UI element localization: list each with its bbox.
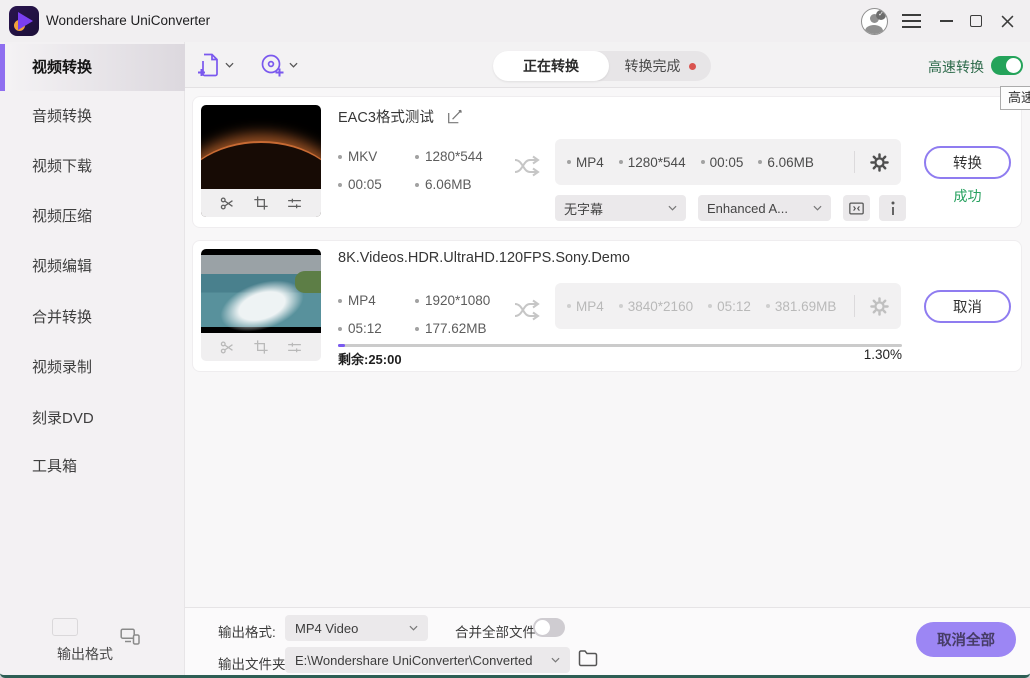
sidebar-item-video-compress[interactable]: 视频压缩 [0,203,185,231]
effects-icon [286,339,303,356]
crop-icon[interactable] [253,195,269,211]
output-settings-box: MP4 3840*2160 05:12 381.69MB [555,283,901,329]
title-bar: Wondershare UniConverter ✓ [0,0,1030,42]
high-speed-toggle[interactable] [991,56,1023,75]
source-duration: 05:12 [348,321,382,336]
tab-converting[interactable]: 正在转换 [493,51,609,81]
fit-box-icon [849,202,864,215]
sidebar-item-video-convert[interactable]: 视频转换 [0,44,185,91]
trim-icon[interactable] [219,195,236,212]
rename-icon[interactable] [446,108,463,125]
source-resolution: 1280*544 [425,149,483,164]
sidebar-output-format-label[interactable]: 输出格式 [57,644,113,664]
sidebar-item-screen-record[interactable]: 视频录制 [0,354,185,382]
output-resolution: 3840*2160 [628,299,693,314]
task-title: EAC3格式测试 [338,106,434,127]
chevron-down-icon [668,205,677,211]
source-size: 177.62MB [425,321,487,336]
merge-files-label: 合并全部文件 [455,621,536,641]
toolbar: 正在转换 转换完成 高速转换 [185,42,1030,88]
settings-gear-icon [870,297,889,316]
settings-gear-icon[interactable] [870,153,889,172]
account-avatar-icon[interactable]: ✓ [861,8,888,35]
video-thumbnail [201,249,321,361]
time-remaining: 剩余:25:00 [338,349,402,368]
output-duration: 05:12 [717,299,751,314]
app-window: Wondershare UniConverter ✓ 视频转换 音频转换 视频下… [0,0,1030,678]
close-button[interactable] [998,12,1016,30]
devices-icon[interactable] [120,628,140,645]
add-file-icon [197,52,221,78]
source-duration: 00:05 [348,177,382,192]
output-duration: 00:05 [710,155,744,170]
maximize-button[interactable] [967,12,985,30]
output-size: 6.06MB [767,155,814,170]
convert-arrow-icon [513,155,541,177]
cancel-all-button[interactable]: 取消全部 [916,622,1016,657]
footer-bar: 输出格式: MP4 Video 合并全部文件 输出文件夹: E:\Wonders… [185,607,1030,678]
high-speed-label: 高速转换 [928,57,984,77]
chevron-down-icon [551,657,560,663]
status-tabs: 正在转换 转换完成 [493,51,711,81]
effects-icon[interactable] [286,195,303,212]
output-folder-label: 输出文件夹: [218,653,289,673]
sidebar-item-burn-dvd[interactable]: 刻录DVD [0,405,185,433]
sidebar-item-merge-convert[interactable]: 合并转换 [0,304,185,332]
output-size: 381.69MB [775,299,837,314]
output-format: MP4 [576,299,604,314]
audio-track-select[interactable]: Enhanced A... [698,195,831,221]
output-format: MP4 [576,155,604,170]
source-resolution: 1920*1080 [425,293,490,308]
output-settings-box[interactable]: MP4 1280*544 00:05 6.06MB [555,139,901,185]
sidebar-item-video-edit[interactable]: 视频编辑 [0,253,185,281]
sidebar-item-toolbox[interactable]: 工具箱 [0,453,185,481]
minimize-button[interactable] [937,12,955,30]
merge-files-toggle[interactable] [533,618,565,637]
app-logo-icon [9,6,39,36]
output-resolution: 1280*544 [628,155,686,170]
subtitle-select[interactable]: 无字幕 [555,195,686,221]
info-icon [890,201,896,216]
source-size: 6.06MB [425,177,472,192]
notification-dot [689,63,696,70]
output-format-panel-icon [52,618,78,636]
cancel-button[interactable]: 取消 [924,290,1011,323]
thumbnail-image [201,249,321,333]
progress-percent: 1.30% [793,347,902,362]
close-icon [1001,15,1014,28]
output-format-label: 输出格式: [218,621,276,641]
trim-icon [219,339,236,356]
add-dvd-icon [259,52,285,78]
thumbnail-image [201,105,321,189]
menu-icon[interactable] [902,14,921,28]
add-files-button[interactable] [197,52,234,78]
source-format: MKV [348,149,377,164]
info-button[interactable] [879,195,906,221]
video-thumbnail [201,105,321,217]
app-title: Wondershare UniConverter [46,13,210,28]
sidebar-item-audio-convert[interactable]: 音频转换 [0,103,185,131]
chevron-down-icon [813,205,822,211]
chevron-down-icon [225,62,234,68]
task-row: EAC3格式测试 MKV 1280*544 00:05 6.06MB MP4 1… [192,96,1022,228]
crop-icon [253,339,269,355]
subtitle-fit-button[interactable] [843,195,870,221]
progress-fill [338,344,345,347]
source-format: MP4 [348,293,376,308]
status-success: 成功 [924,186,1011,206]
output-format-select[interactable]: MP4 Video [285,615,428,641]
sidebar: 视频转换 音频转换 视频下载 视频压缩 视频编辑 合并转换 视频录制 刻录DVD… [0,42,185,678]
high-speed-tooltip: 高速 [1000,86,1030,110]
convert-arrow-icon [513,299,541,321]
task-row: 8K.Videos.HDR.UltraHD.120FPS.Sony.Demo M… [192,240,1022,372]
task-title: 8K.Videos.HDR.UltraHD.120FPS.Sony.Demo [338,250,630,266]
convert-button[interactable]: 转换 [924,146,1011,179]
open-folder-icon[interactable] [578,649,598,667]
chevron-down-icon [409,625,418,631]
chevron-down-icon [289,62,298,68]
sidebar-item-video-download[interactable]: 视频下载 [0,153,185,181]
output-folder-select[interactable]: E:\Wondershare UniConverter\Converted [285,647,570,673]
add-dvd-button[interactable] [259,52,298,78]
tab-finished[interactable]: 转换完成 [609,51,711,81]
